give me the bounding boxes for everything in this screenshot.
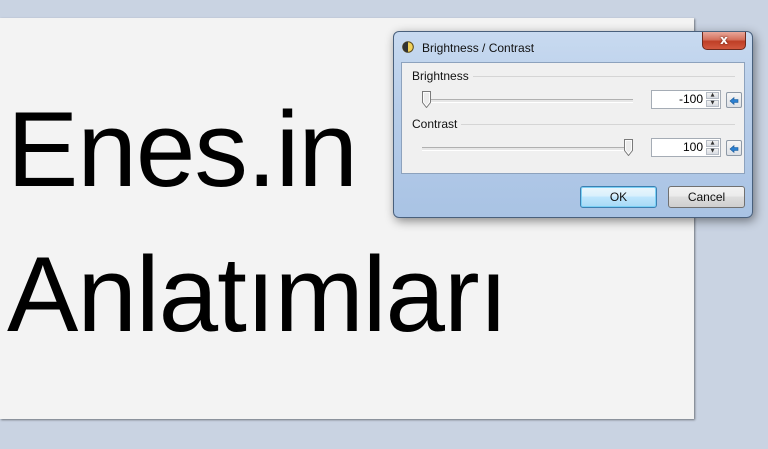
brightness-spin-up-button[interactable]: ▲ xyxy=(706,92,719,99)
brightness-spin-down-button[interactable]: ▼ xyxy=(706,100,719,107)
contrast-reset-button[interactable] xyxy=(726,140,742,156)
brightness-spinner: ▲ ▼ xyxy=(706,92,719,107)
brightness-contrast-dialog: Brightness / Contrast x Brightness -100 … xyxy=(393,31,753,218)
contrast-spin-down-button[interactable]: ▼ xyxy=(706,148,719,155)
contrast-value-input[interactable]: 100 ▲ ▼ xyxy=(651,138,721,157)
cancel-button[interactable]: Cancel xyxy=(668,186,745,208)
close-icon: x xyxy=(720,33,728,47)
contrast-spin-up-button[interactable]: ▲ xyxy=(706,140,719,147)
contrast-value: 100 xyxy=(682,140,703,154)
contrast-label: Contrast xyxy=(412,117,462,131)
close-button[interactable]: x xyxy=(702,32,746,50)
dialog-titlebar[interactable]: Brightness / Contrast x xyxy=(394,32,752,62)
brightness-value: -100 xyxy=(678,92,703,106)
brightness-reset-button[interactable] xyxy=(726,92,742,108)
brightness-slider-thumb[interactable] xyxy=(422,91,431,108)
dialog-title: Brightness / Contrast xyxy=(422,41,535,55)
contrast-slider-thumb[interactable] xyxy=(624,139,633,156)
brightness-contrast-icon xyxy=(402,41,414,53)
brightness-label: Brightness xyxy=(412,69,473,83)
reset-arrow-icon xyxy=(729,144,739,154)
contrast-slider-track[interactable] xyxy=(422,147,633,151)
ok-button[interactable]: OK xyxy=(580,186,657,208)
canvas-text-line-1: Enes.in xyxy=(7,89,358,209)
brightness-value-input[interactable]: -100 ▲ ▼ xyxy=(651,90,721,109)
contrast-spinner: ▲ ▼ xyxy=(706,140,719,155)
reset-arrow-icon xyxy=(729,96,739,106)
brightness-slider-track[interactable] xyxy=(422,99,633,103)
canvas-text-line-2: Anlatımları xyxy=(7,234,508,354)
dialog-client-area: Brightness -100 ▲ ▼ Contrast 100 ▲ ▼ xyxy=(401,62,745,174)
